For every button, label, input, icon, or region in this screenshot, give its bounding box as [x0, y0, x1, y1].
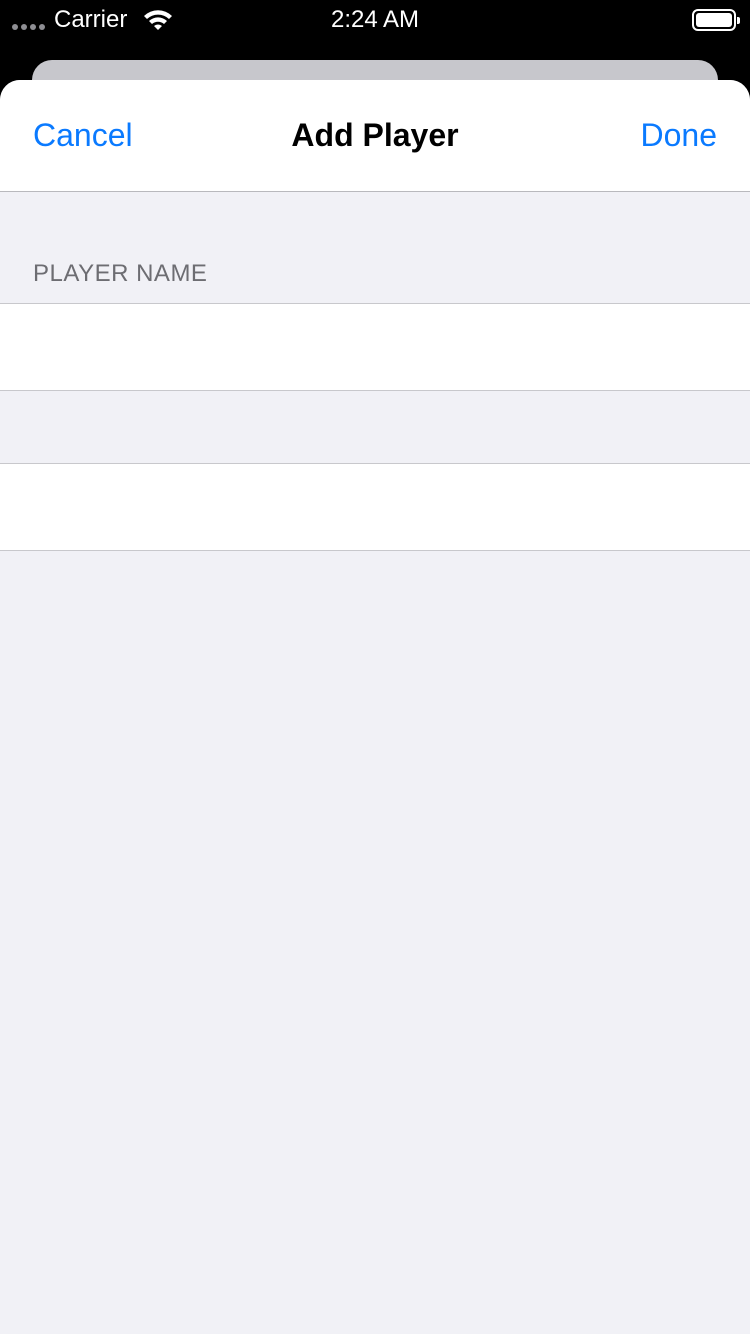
clock-time: 2:24 AM — [330, 6, 420, 33]
battery-fill — [696, 13, 732, 27]
second-input[interactable] — [0, 464, 750, 550]
battery-icon — [692, 9, 740, 31]
navigation-bar: Cancel Add Player Done — [0, 80, 750, 192]
player-name-input[interactable] — [0, 304, 750, 390]
modal-sheet: Cancel Add Player Done PLAYER NAME — [0, 80, 750, 1334]
player-name-cell[interactable] — [0, 303, 750, 391]
battery-tip — [737, 17, 740, 24]
status-bar: Carrier 2:24 AM — [0, 0, 750, 40]
page-title: Add Player — [291, 117, 459, 153]
second-cell[interactable] — [0, 463, 750, 551]
done-button[interactable]: Done — [641, 117, 718, 154]
section-header-player-name: PLAYER NAME — [33, 260, 208, 287]
